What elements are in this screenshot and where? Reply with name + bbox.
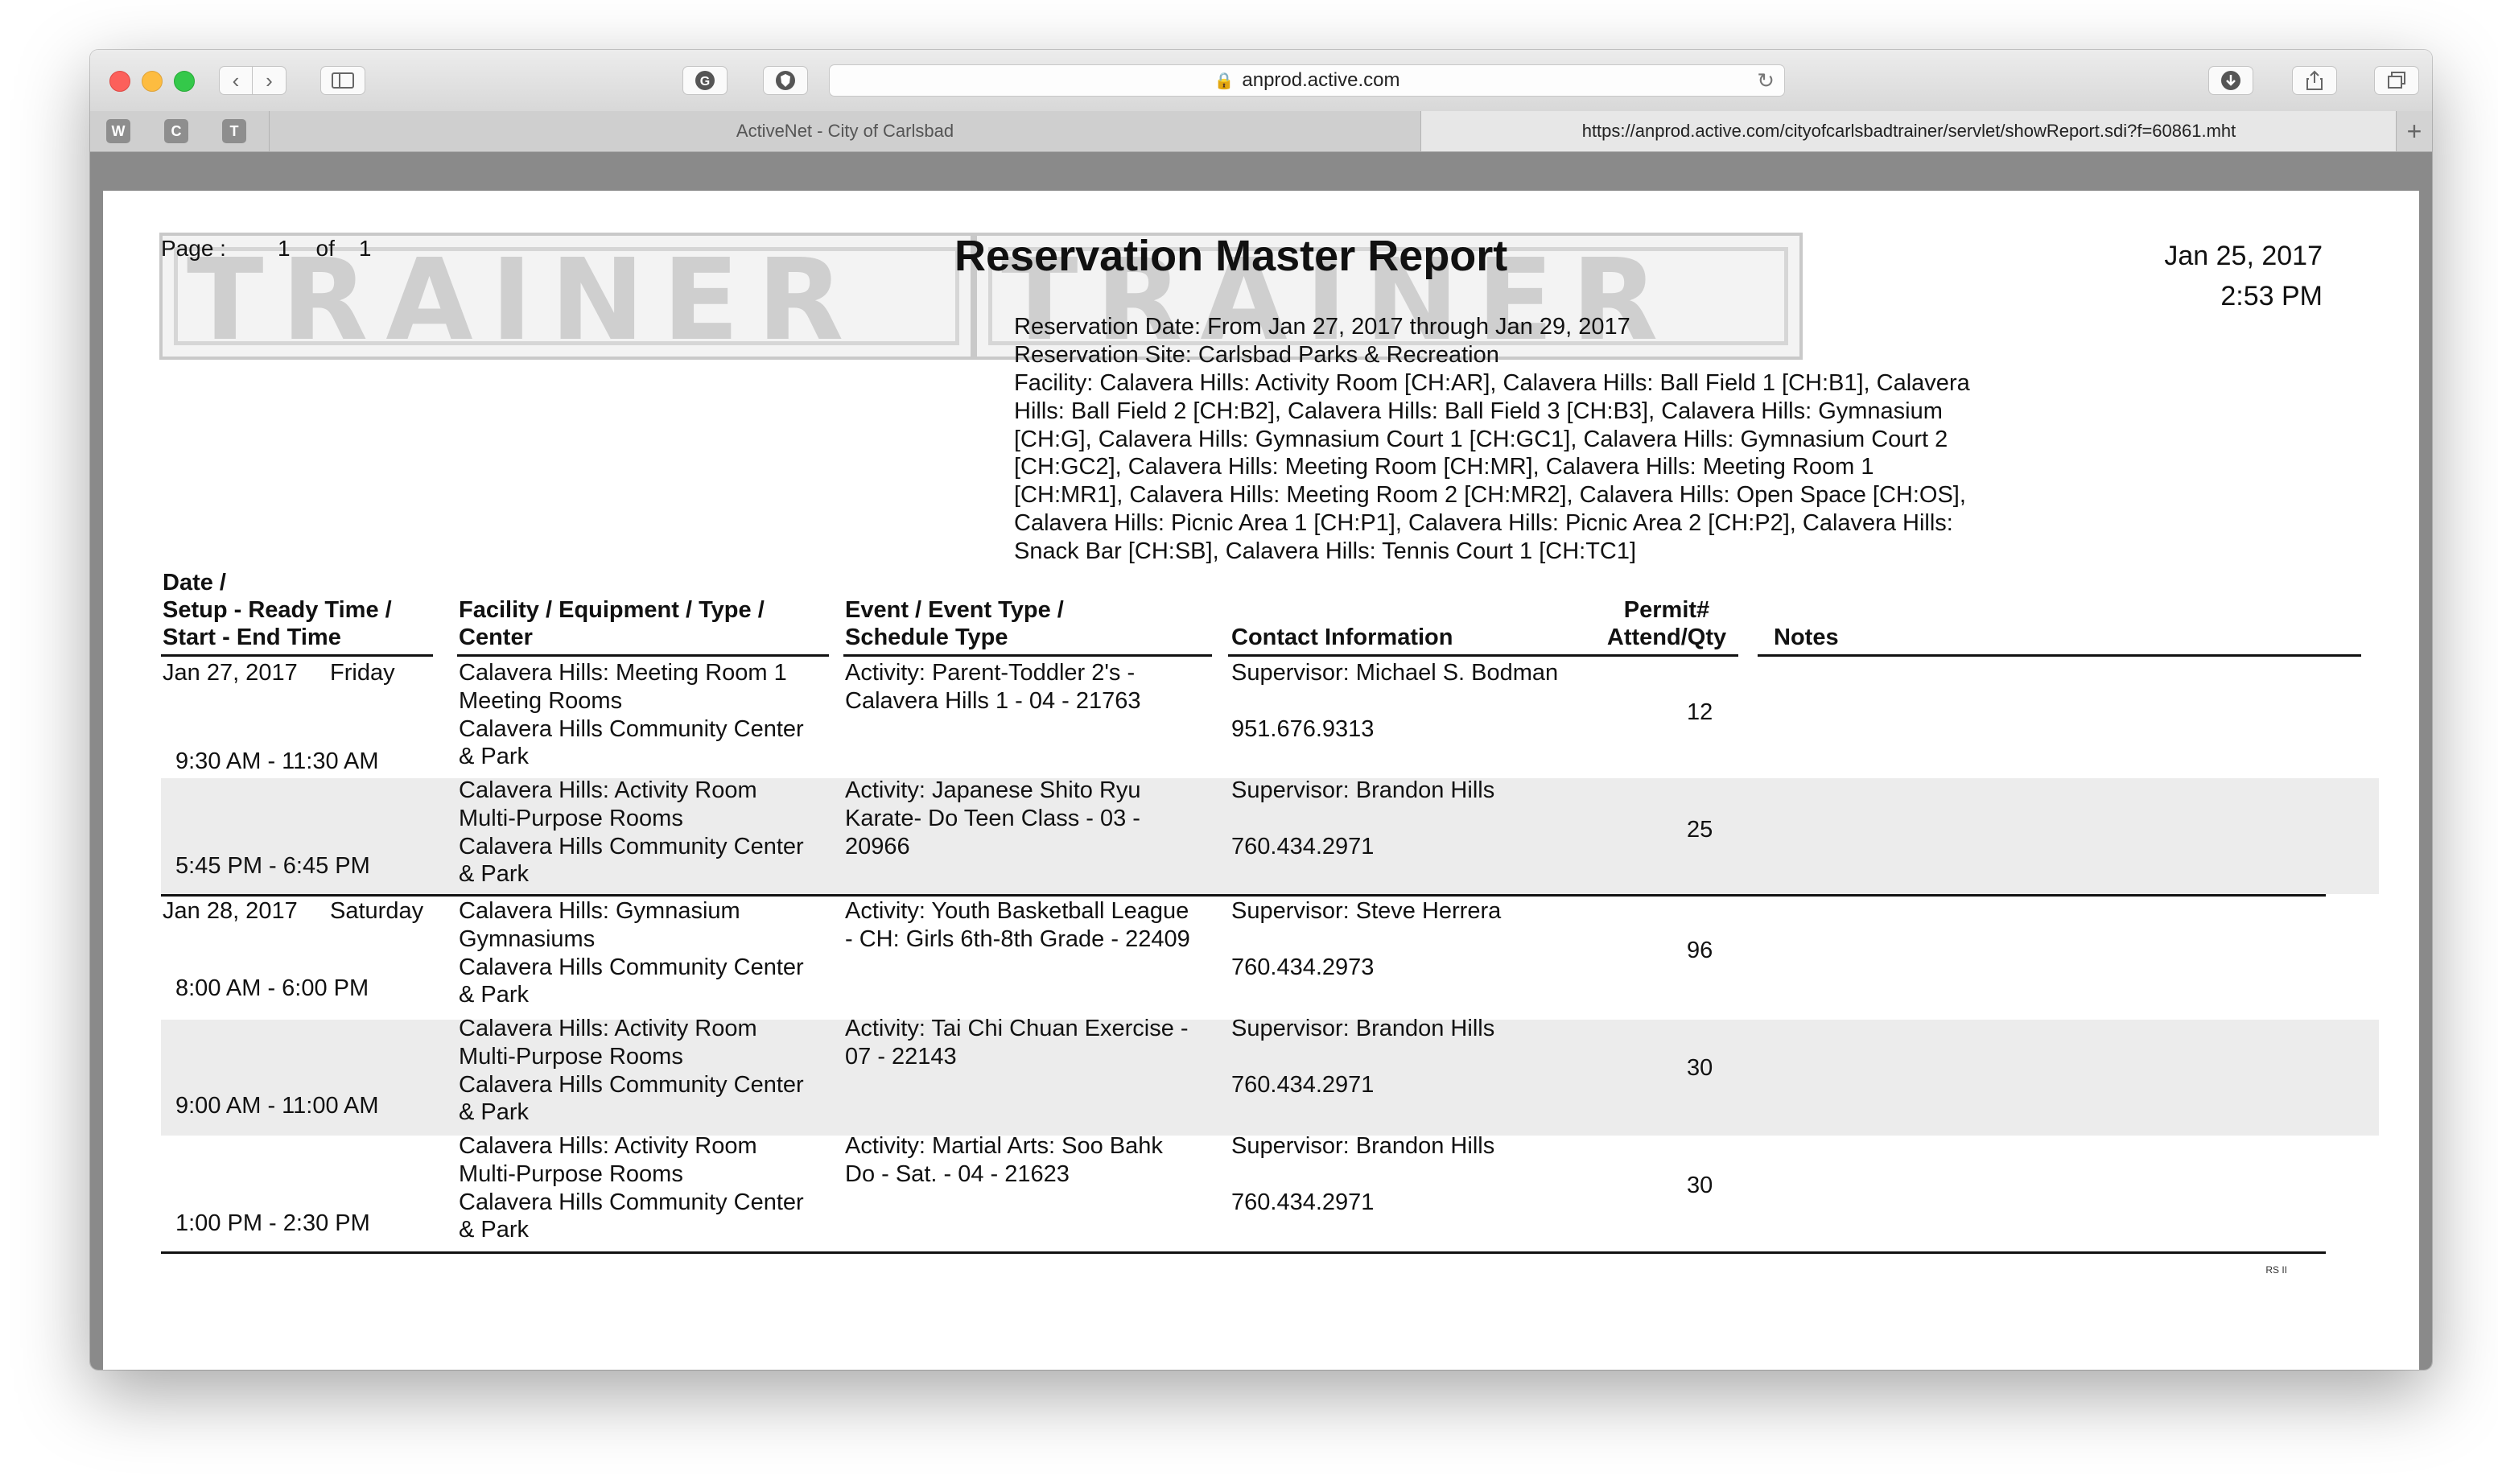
tab-overview-button[interactable] bbox=[2374, 66, 2419, 95]
row-facility: Calavera Hills: Meeting Room 1 Meeting Ro… bbox=[459, 660, 804, 770]
url-text: anprod.active.com bbox=[1242, 69, 1400, 91]
row-qty: 30 bbox=[1687, 1055, 1713, 1081]
header-date: Date / Setup - Ready Time / Start - End … bbox=[163, 570, 392, 650]
row-date: Jan 28, 2017 bbox=[163, 898, 298, 924]
reservation-site: Reservation Site: Carlsbad Parks & Recre… bbox=[1014, 341, 1499, 368]
report-title: Reservation Master Report bbox=[954, 232, 1508, 280]
row-phone: 951.676.9313 bbox=[1231, 716, 1375, 742]
browser-toolbar: ‹ › G 🔒 anprod.active.com ↻ bbox=[90, 50, 2432, 112]
table-bottom-line bbox=[161, 1251, 2326, 1254]
tab-report[interactable]: https://anprod.active.com/cityofcarlsbad… bbox=[1421, 111, 2397, 151]
row-qty: 12 bbox=[1687, 699, 1713, 725]
extension-button-1[interactable]: G bbox=[682, 66, 728, 95]
footer-code: RS II bbox=[2265, 1264, 2287, 1276]
row-time: 8:00 AM - 6:00 PM bbox=[175, 975, 369, 1001]
row-time: 1:00 PM - 2:30 PM bbox=[175, 1210, 370, 1236]
row-time: 9:30 AM - 11:30 AM bbox=[175, 748, 379, 774]
header-permit: Permit# Attend/Qty bbox=[1606, 597, 1727, 650]
row-phone: 760.434.2971 bbox=[1231, 834, 1375, 859]
tabs-icon bbox=[2388, 72, 2405, 89]
row-phone: 760.434.2971 bbox=[1231, 1072, 1375, 1098]
share-button[interactable] bbox=[2292, 66, 2337, 95]
row-event: Activity: Parent-Toddler 2's - Calavera H… bbox=[845, 660, 1141, 714]
forward-button[interactable]: › bbox=[253, 66, 286, 95]
header-underline bbox=[843, 654, 1212, 657]
sidebar-icon bbox=[332, 72, 354, 89]
header-underline bbox=[1758, 654, 2361, 657]
row-day: Saturday bbox=[330, 898, 424, 924]
row-contact: Supervisor: Steve Herrera bbox=[1231, 898, 1502, 924]
lock-icon: 🔒 bbox=[1214, 72, 1235, 90]
grammarly-icon: G bbox=[695, 71, 715, 90]
svg-text:G: G bbox=[700, 75, 710, 89]
header-notes: Notes bbox=[1774, 625, 1839, 650]
sidebar-button[interactable] bbox=[320, 66, 365, 95]
report-time: 2:53 PM bbox=[2220, 281, 2323, 311]
reservation-date: Reservation Date: From Jan 27, 2017 thro… bbox=[1014, 314, 1630, 340]
back-button[interactable]: ‹ bbox=[219, 66, 253, 95]
row-facility: Calavera Hills: Activity Room Multi-Purpo… bbox=[459, 1016, 804, 1126]
share-icon bbox=[2306, 70, 2323, 90]
page-indicator: Page :1 of 1 bbox=[161, 236, 372, 261]
browser-window: ‹ › G 🔒 anprod.active.com ↻ W C T Active… bbox=[90, 50, 2432, 1370]
chevron-right-icon: › bbox=[266, 68, 273, 93]
row-date: Jan 27, 2017 bbox=[163, 660, 298, 686]
facility-filter: Facility: Calavera Hills: Activity Room … bbox=[1014, 370, 1970, 564]
header-underline bbox=[457, 654, 829, 657]
content-area: TRAINER TRAINER Page :1 of 1 Reservation M… bbox=[90, 152, 2432, 1370]
favorite-c[interactable]: C bbox=[164, 119, 188, 143]
chevron-left-icon: ‹ bbox=[232, 68, 240, 93]
row-event: Activity: Japanese Shito Ryu Karate- Do T… bbox=[845, 777, 1141, 859]
zoom-window-button[interactable] bbox=[174, 71, 195, 92]
header-contact: Contact Information bbox=[1231, 625, 1453, 650]
row-time: 5:45 PM - 6:45 PM bbox=[175, 853, 370, 879]
row-qty: 96 bbox=[1687, 938, 1713, 963]
row-phone: 760.434.2971 bbox=[1231, 1189, 1375, 1215]
row-time: 9:00 AM - 11:00 AM bbox=[175, 1093, 379, 1119]
header-underline bbox=[161, 654, 433, 657]
download-icon bbox=[2221, 71, 2240, 90]
report-datetime: Jan 25, 2017 2:53 PM bbox=[2164, 236, 2323, 316]
report-parameters: Reservation Date: From Jan 27, 2017 thro… bbox=[1014, 313, 1630, 369]
row-phone: 760.434.2973 bbox=[1231, 954, 1375, 980]
report-date: Jan 25, 2017 bbox=[2164, 241, 2323, 271]
row-event: Activity: Martial Arts: Soo Bahk Do - Sat… bbox=[845, 1133, 1163, 1187]
row-contact: Supervisor: Brandon Hills bbox=[1231, 777, 1495, 803]
row-facility: Calavera Hills: Gymnasium Gymnasiums Calav… bbox=[459, 898, 804, 1008]
tab-activenet[interactable]: ActiveNet - City of Carlsbad bbox=[269, 111, 1421, 151]
favorite-t[interactable]: T bbox=[222, 119, 246, 143]
row-facility: Calavera Hills: Activity Room Multi-Purpo… bbox=[459, 1133, 804, 1243]
row-day: Friday bbox=[330, 660, 395, 686]
row-contact: Supervisor: Michael S. Bodman bbox=[1231, 660, 1559, 686]
row-qty: 30 bbox=[1687, 1173, 1713, 1198]
header-facility: Facility / Equipment / Type / Center bbox=[459, 597, 765, 650]
header-event: Event / Event Type / Schedule Type bbox=[845, 597, 1064, 650]
minimize-window-button[interactable] bbox=[142, 71, 163, 92]
row-contact: Supervisor: Brandon Hills bbox=[1231, 1016, 1495, 1041]
row-qty: 25 bbox=[1687, 817, 1713, 843]
row-contact: Supervisor: Brandon Hills bbox=[1231, 1133, 1495, 1159]
extension-button-2[interactable] bbox=[763, 66, 808, 95]
shield-icon bbox=[776, 71, 795, 90]
header-underline bbox=[1600, 654, 1738, 657]
reload-icon[interactable]: ↻ bbox=[1757, 68, 1775, 93]
favorite-w[interactable]: W bbox=[106, 119, 130, 143]
downloads-button[interactable] bbox=[2208, 66, 2253, 95]
address-bar[interactable]: 🔒 anprod.active.com ↻ bbox=[829, 64, 1785, 97]
row-event: Activity: Youth Basketball League - CH: G… bbox=[845, 898, 1190, 952]
row-facility: Calavera Hills: Activity Room Multi-Purpo… bbox=[459, 777, 804, 888]
report-page: TRAINER TRAINER Page :1 of 1 Reservation M… bbox=[103, 191, 2419, 1370]
close-window-button[interactable] bbox=[109, 71, 130, 92]
day-separator bbox=[161, 894, 2326, 897]
tab-bar: W C T ActiveNet - City of Carlsbad https… bbox=[90, 111, 2432, 152]
row-event: Activity: Tai Chi Chuan Exercise -07 - 2… bbox=[845, 1016, 1189, 1070]
new-tab-button[interactable]: + bbox=[2396, 111, 2432, 151]
header-underline bbox=[1228, 654, 1601, 657]
